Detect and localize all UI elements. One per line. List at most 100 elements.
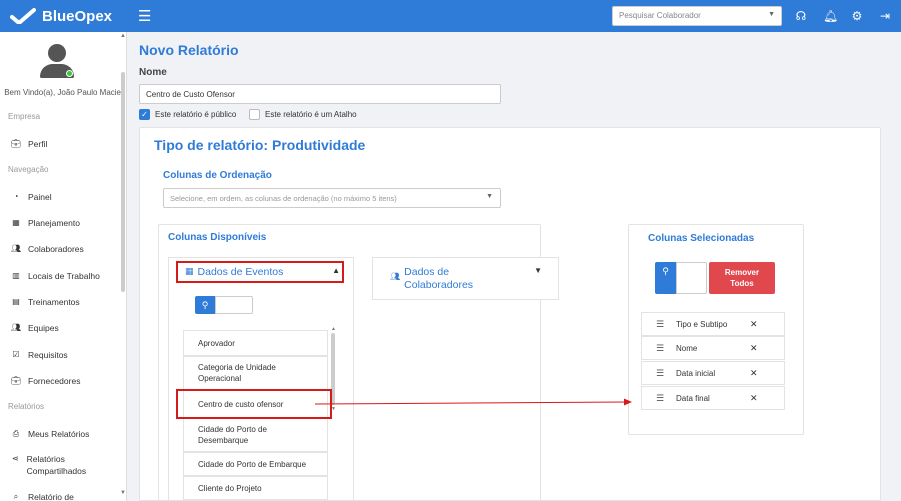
- collaborator-search-select[interactable]: Pesquisar Colaborador ▼: [612, 6, 782, 26]
- list-item[interactable]: Cidade do Porto de Desembarque: [183, 418, 328, 452]
- drag-handle-icon[interactable]: ☰: [656, 368, 668, 379]
- headset-icon[interactable]: ☊: [795, 9, 807, 23]
- sidebar-item-meus-relatorios[interactable]: ⎙ Meus Relatórios: [10, 428, 120, 440]
- checkmark-icon: ✓: [139, 109, 150, 120]
- gear-icon[interactable]: ⚙: [851, 9, 863, 23]
- sidebar-item-fornecedores[interactable]: 💼︎ Fornecedores: [10, 375, 120, 387]
- scroll-up-icon[interactable]: ▲: [120, 33, 126, 39]
- selected-columns-title: Colunas Selecionadas: [648, 233, 755, 244]
- drag-handle-icon[interactable]: ☰: [656, 393, 668, 404]
- sidebar-item-equipes[interactable]: 👥︎ Equipes: [10, 322, 120, 334]
- selected-column-item[interactable]: ☰ Tipo e Subtipo ✕: [641, 312, 785, 336]
- logout-icon[interactable]: ⇥: [879, 9, 891, 23]
- available-columns-title: Colunas Disponíveis: [168, 232, 267, 243]
- selected-column-label: Nome: [676, 343, 698, 353]
- print-icon: ⎙: [12, 429, 20, 438]
- calendar-icon: ▦: [12, 218, 20, 227]
- sidebar: Bem Vindo(a), João Paulo Maciel Empresa …: [0, 32, 127, 501]
- sidebar-item-painel[interactable]: ◔ Painel: [10, 191, 120, 203]
- avatar[interactable]: [40, 44, 74, 80]
- brand-logo[interactable]: BlueOpex: [0, 8, 130, 25]
- shortcut-report-checkbox[interactable]: Este relatório é um Atalho: [249, 109, 357, 120]
- search-selected-input[interactable]: [676, 262, 707, 294]
- scroll-up-icon[interactable]: ▲: [331, 326, 336, 332]
- sidebar-item-colaboradores[interactable]: 👥︎ Colaboradores: [10, 243, 120, 255]
- presentation-icon: ▤: [12, 297, 20, 306]
- top-bar: BlueOpex ☰ Pesquisar Colaborador ▼ ☊ 🔔︎ …: [0, 0, 901, 32]
- briefcase-icon: 💼︎: [10, 139, 22, 148]
- sidebar-scrollbar[interactable]: [121, 72, 125, 292]
- online-status-dot: [66, 70, 73, 77]
- sidebar-item-label: Relatório de: [28, 492, 74, 501]
- list-item[interactable]: Aprovador: [183, 330, 328, 356]
- sidebar-item-requisitos[interactable]: ☑ Requisitos: [10, 349, 120, 361]
- list-item[interactable]: Categoria de Unidade Operacional: [183, 356, 328, 390]
- sidebar-item-label: Treinamentos: [28, 297, 80, 307]
- users-icon: 👥︎: [10, 244, 22, 253]
- close-icon[interactable]: ✕: [750, 393, 762, 404]
- sidebar-item-label: Meus Relatórios: [28, 429, 90, 439]
- search-available-button[interactable]: ⚲: [195, 296, 215, 314]
- sort-columns-placeholder: Selecione, em ordem, as colunas de orden…: [170, 194, 397, 203]
- drag-handle-icon[interactable]: ☰: [656, 343, 668, 354]
- briefcase-icon: 💼︎: [10, 376, 22, 385]
- search-icon: ⚲: [201, 299, 209, 310]
- bell-icon[interactable]: 🔔︎: [823, 9, 838, 23]
- close-icon[interactable]: ✕: [750, 319, 762, 330]
- menu-toggle-icon[interactable]: ☰: [138, 7, 151, 25]
- sidebar-item-compartilhados[interactable]: ⋖ Relatórios Compartilhados: [10, 453, 115, 477]
- sort-columns-select[interactable]: Selecione, em ordem, as colunas de orden…: [163, 188, 501, 208]
- highlight-box-events-header: [176, 261, 344, 283]
- welcome-text: Bem Vindo(a), João Paulo Maciel: [4, 88, 123, 97]
- unchecked-box-icon: [249, 109, 260, 120]
- collaborator-search-placeholder: Pesquisar Colaborador: [619, 11, 701, 20]
- section-empresa: Empresa: [8, 112, 41, 121]
- name-label: Nome: [139, 67, 167, 78]
- public-report-checkbox[interactable]: ✓ Este relatório é público: [139, 109, 236, 120]
- chevron-down-icon: ▼: [486, 193, 493, 200]
- search-available-input[interactable]: [215, 296, 253, 314]
- list-item[interactable]: Cliente do Projeto: [183, 476, 328, 500]
- sidebar-item-label: Planejamento: [28, 218, 80, 228]
- sidebar-item-relatorio-de[interactable]: ⌕ Relatório de: [10, 491, 120, 501]
- checkbox-icon: ☑: [12, 350, 20, 359]
- share-icon: ⋖: [11, 454, 19, 463]
- close-icon[interactable]: ✕: [750, 343, 762, 354]
- chevron-down-icon: ▼: [534, 266, 542, 275]
- sidebar-item-label: Equipes: [28, 323, 59, 333]
- sidebar-item-treinamentos[interactable]: ▤ Treinamentos: [10, 296, 120, 308]
- sidebar-item-locais[interactable]: ▥ Locais de Trabalho: [10, 270, 120, 282]
- chevron-down-icon: ▼: [768, 11, 775, 18]
- report-type-title: Tipo de relatório: Produtividade: [154, 137, 366, 153]
- selected-column-item[interactable]: ☰ Data final ✕: [641, 386, 785, 410]
- page-title: Novo Relatório: [139, 42, 239, 58]
- section-navegacao: Navegação: [8, 165, 49, 174]
- collaborators-data-header[interactable]: 👥︎ Dados de Colaboradores ▼: [390, 266, 542, 292]
- selected-column-label: Data final: [676, 393, 710, 403]
- report-name-input[interactable]: Centro de Custo Ofensor: [139, 84, 501, 104]
- sidebar-item-label: Painel: [28, 192, 52, 202]
- dashboard-icon: ◔: [13, 192, 19, 201]
- sidebar-item-perfil[interactable]: 💼︎ Perfil: [10, 138, 120, 150]
- highlight-box-cost-center: [176, 389, 332, 419]
- list-item[interactable]: Cidade do Porto de Embarque: [183, 452, 328, 476]
- building-icon: ▥: [12, 271, 20, 280]
- search-selected-button[interactable]: ⚲: [655, 262, 676, 294]
- selected-column-item[interactable]: ☰ Data inicial ✕: [641, 361, 785, 385]
- sidebar-item-label: Locais de Trabalho: [28, 271, 100, 281]
- selected-column-item[interactable]: ☰ Nome ✕: [641, 336, 785, 360]
- scroll-down-icon[interactable]: ▼: [120, 490, 126, 496]
- logo-check-icon: [10, 8, 36, 24]
- sidebar-item-label: Perfil: [28, 139, 48, 149]
- drag-handle-icon[interactable]: ☰: [656, 319, 668, 330]
- sidebar-item-label: Fornecedores: [28, 376, 81, 386]
- brand-name: BlueOpex: [42, 7, 113, 25]
- remove-all-button[interactable]: Remover Todos: [709, 262, 775, 294]
- close-icon[interactable]: ✕: [750, 368, 762, 379]
- selected-column-label: Tipo e Subtipo: [676, 319, 728, 329]
- sidebar-item-planejamento[interactable]: ▦ Planejamento: [10, 217, 120, 229]
- selected-column-label: Data inicial: [676, 368, 716, 378]
- search-icon: ⌕: [13, 492, 19, 501]
- public-report-label: Este relatório é público: [155, 110, 237, 119]
- team-icon: 👥︎: [10, 323, 22, 332]
